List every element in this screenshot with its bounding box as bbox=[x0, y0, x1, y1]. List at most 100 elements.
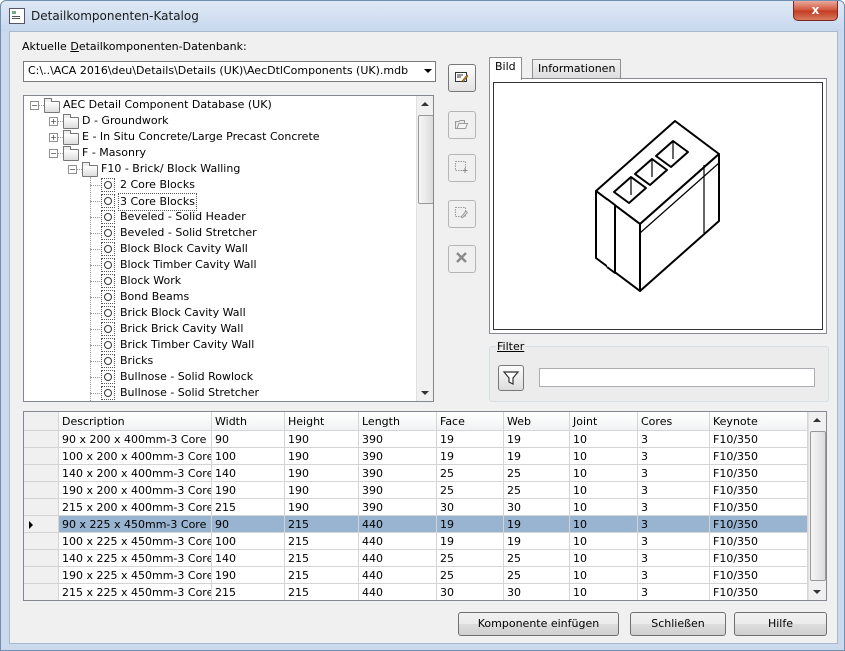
grid-cell[interactable]: 30 bbox=[504, 584, 570, 600]
grid-cell[interactable]: 3 bbox=[638, 516, 710, 533]
insert-component-button[interactable]: Komponente einfügen bbox=[458, 612, 619, 636]
component-grid[interactable]: Description Width Height Length Face Web Joint… bbox=[23, 411, 827, 601]
expand-icon[interactable]: + bbox=[49, 133, 58, 142]
grid-cell[interactable]: 25 bbox=[437, 465, 504, 482]
grid-cell[interactable]: 140 x 200 x 400mm-3 Core bbox=[59, 465, 212, 482]
grid-cell[interactable]: 440 bbox=[359, 567, 437, 584]
scroll-thumb[interactable] bbox=[418, 115, 433, 204]
grid-cell[interactable]: 10 bbox=[570, 550, 638, 567]
row-header[interactable] bbox=[24, 516, 59, 533]
edit-database-button[interactable] bbox=[448, 64, 476, 92]
grid-cell[interactable]: 10 bbox=[570, 584, 638, 600]
collapse-icon[interactable]: − bbox=[49, 149, 58, 158]
grid-cell[interactable]: 215 bbox=[212, 584, 285, 600]
grid-cell[interactable]: 90 x 200 x 400mm-3 Core bbox=[59, 431, 212, 448]
grid-cell[interactable]: 19 bbox=[504, 533, 570, 550]
tree-component-item[interactable]: 3 Core Blocks bbox=[24, 193, 414, 211]
grid-cell[interactable]: 215 x 225 x 450mm-3 Core bbox=[59, 584, 212, 600]
grid-cell[interactable]: 440 bbox=[359, 584, 437, 600]
grid-cell[interactable]: 19 bbox=[437, 516, 504, 533]
grid-cell[interactable]: 215 bbox=[212, 499, 285, 516]
column-header[interactable]: Joint bbox=[570, 412, 638, 431]
grid-cell[interactable]: 140 bbox=[212, 550, 285, 567]
tree-component-item[interactable]: Bullnose - Solid Rowlock bbox=[24, 369, 414, 385]
column-header[interactable]: Cores bbox=[638, 412, 710, 431]
grid-cell[interactable]: 25 bbox=[504, 550, 570, 567]
grid-cell[interactable]: 19 bbox=[504, 448, 570, 465]
scroll-up-icon[interactable] bbox=[813, 418, 821, 422]
filter-button[interactable] bbox=[498, 365, 524, 391]
scroll-down-icon[interactable] bbox=[813, 590, 821, 594]
grid-cell[interactable]: 10 bbox=[570, 567, 638, 584]
collapse-icon[interactable]: − bbox=[68, 165, 77, 174]
column-header[interactable]: Length bbox=[359, 412, 437, 431]
grid-cell[interactable]: 25 bbox=[437, 567, 504, 584]
grid-cell[interactable]: 19 bbox=[437, 431, 504, 448]
tree-component-item[interactable]: Brick Block Cavity Wall bbox=[24, 305, 414, 321]
column-header[interactable]: Width bbox=[212, 412, 285, 431]
tree-scrollbar[interactable] bbox=[416, 96, 433, 401]
grid-cell[interactable]: 140 x 225 x 450mm-3 Core bbox=[59, 550, 212, 567]
row-header[interactable] bbox=[24, 465, 59, 482]
grid-cell[interactable]: 25 bbox=[504, 482, 570, 499]
tree-folder-item[interactable]: − F - Masonry bbox=[24, 145, 414, 161]
grid-cell[interactable]: 3 bbox=[638, 499, 710, 516]
component-tree[interactable]: − AEC Detail Component Database (UK) + D - … bbox=[23, 95, 434, 402]
expand-icon[interactable]: + bbox=[49, 117, 58, 126]
close-button[interactable]: Schließen bbox=[630, 612, 726, 636]
grid-cell[interactable]: F10/350 bbox=[710, 499, 808, 516]
grid-cell[interactable]: 190 bbox=[285, 465, 359, 482]
grid-cell[interactable]: 100 bbox=[212, 448, 285, 465]
tree-component-item[interactable]: 2 Core Blocks bbox=[24, 177, 414, 193]
grid-cell[interactable]: 90 bbox=[212, 516, 285, 533]
tree-component-item[interactable]: Block Work bbox=[24, 273, 414, 289]
filter-input[interactable] bbox=[539, 368, 815, 387]
column-header[interactable]: Face bbox=[437, 412, 504, 431]
tree-component-item[interactable]: Bond Beams bbox=[24, 289, 414, 305]
grid-cell[interactable]: 19 bbox=[437, 533, 504, 550]
grid-cell[interactable]: 215 bbox=[285, 584, 359, 600]
grid-cell[interactable]: 440 bbox=[359, 550, 437, 567]
grid-cell[interactable]: 25 bbox=[504, 465, 570, 482]
scroll-up-icon[interactable] bbox=[421, 102, 429, 106]
open-folder-button[interactable] bbox=[448, 111, 476, 139]
close-window-button[interactable]: x bbox=[793, 1, 838, 21]
row-header[interactable] bbox=[24, 584, 59, 600]
grid-cell[interactable]: 215 bbox=[285, 567, 359, 584]
scroll-down-icon[interactable] bbox=[421, 391, 429, 395]
grid-cell[interactable]: 390 bbox=[359, 499, 437, 516]
grid-cell[interactable]: F10/350 bbox=[710, 448, 808, 465]
grid-cell[interactable]: 3 bbox=[638, 431, 710, 448]
tree-component-item[interactable]: Bullnose - Solid Stretcher bbox=[24, 385, 414, 401]
grid-cell[interactable]: F10/350 bbox=[710, 482, 808, 499]
tab-bild[interactable]: Bild bbox=[489, 57, 522, 80]
grid-cell[interactable]: 3 bbox=[638, 448, 710, 465]
grid-cell[interactable]: 10 bbox=[570, 533, 638, 550]
grid-cell[interactable]: 140 bbox=[212, 465, 285, 482]
column-header[interactable]: Keynote bbox=[710, 412, 808, 431]
grid-cell[interactable]: F10/350 bbox=[710, 567, 808, 584]
grid-cell[interactable]: F10/350 bbox=[710, 533, 808, 550]
collapse-icon[interactable]: − bbox=[30, 101, 39, 110]
grid-cell[interactable]: 3 bbox=[638, 584, 710, 600]
scroll-thumb[interactable] bbox=[810, 431, 826, 581]
row-header[interactable] bbox=[24, 482, 59, 499]
grid-cell[interactable]: 10 bbox=[570, 465, 638, 482]
grid-cell[interactable]: 190 bbox=[285, 431, 359, 448]
tree-folder-item[interactable]: + E - In Situ Concrete/Large Precast Conc… bbox=[24, 129, 414, 145]
grid-scrollbar[interactable] bbox=[808, 412, 826, 600]
grid-cell[interactable]: 440 bbox=[359, 516, 437, 533]
grid-cell[interactable]: 25 bbox=[437, 482, 504, 499]
grid-cell[interactable]: 100 x 200 x 400mm-3 Core bbox=[59, 448, 212, 465]
grid-cell[interactable]: 90 x 225 x 450mm-3 Core bbox=[59, 516, 212, 533]
grid-cell[interactable]: 190 bbox=[285, 499, 359, 516]
tree-folder-item[interactable]: − AEC Detail Component Database (UK) bbox=[24, 97, 414, 113]
grid-cell[interactable]: 215 bbox=[285, 533, 359, 550]
grid-cell[interactable]: 390 bbox=[359, 448, 437, 465]
grid-cell[interactable]: 10 bbox=[570, 516, 638, 533]
grid-cell[interactable]: 3 bbox=[638, 465, 710, 482]
grid-cell[interactable]: 190 x 200 x 400mm-3 Core bbox=[59, 482, 212, 499]
row-header[interactable] bbox=[24, 550, 59, 567]
row-header[interactable] bbox=[24, 533, 59, 550]
row-header[interactable] bbox=[24, 431, 59, 448]
